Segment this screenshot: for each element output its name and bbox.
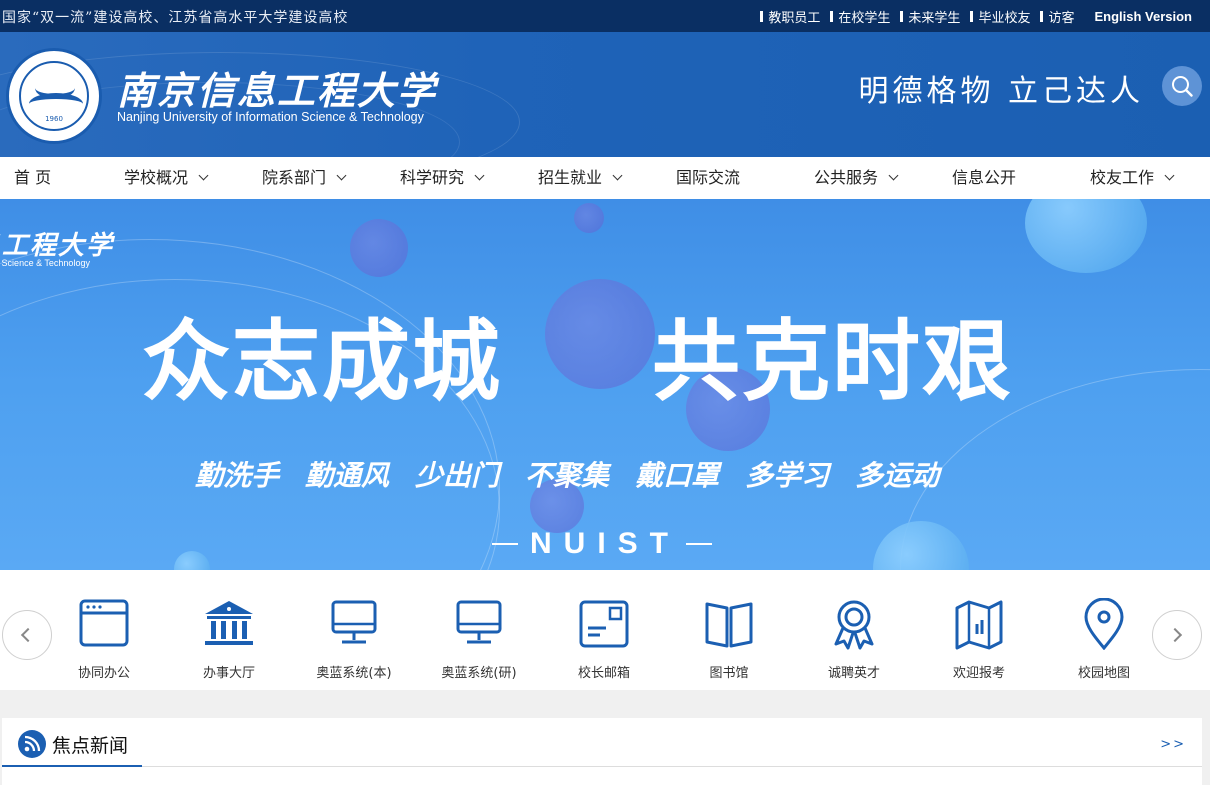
virus-decoration	[574, 203, 604, 233]
news-title: 焦点新闻	[52, 734, 129, 757]
book-icon	[705, 602, 753, 648]
chevron-down-icon	[1164, 170, 1175, 181]
banner-headline-right: 共克时艰	[652, 310, 1013, 413]
slogan-text: 国家“双一流”建设高校、江苏省高水平大学建设高校	[2, 10, 349, 26]
monitor-icon	[456, 600, 502, 644]
nav-alumni[interactable]: 校友工作	[1090, 157, 1175, 199]
quicklink-office[interactable]: 协同办公	[49, 598, 159, 681]
more-news-link[interactable]: >>	[1160, 737, 1186, 752]
banner-logo-cn: 南京信息工程大学	[0, 231, 115, 261]
banner-headline-left: 众志成城	[142, 310, 503, 413]
link-staff[interactable]: 教职员工	[760, 7, 820, 26]
quicklink-service-hall[interactable]: 办事大厅	[174, 598, 284, 681]
quick-links-bar: 协同办公 办事大厅 奥蓝系统(本) 奥蓝系统(研) 校长邮箱 图书馆 诚聘英才 …	[0, 570, 1210, 690]
virus-decoration	[350, 219, 408, 277]
main-nav: 首 页 学校概况 院系部门 科学研究 招生就业 国际交流 公共服务 信息公开 校…	[0, 157, 1210, 199]
rss-icon	[18, 730, 46, 758]
nav-admissions[interactable]: 招生就业	[538, 157, 623, 199]
search-icon	[1172, 76, 1193, 97]
audience-links: 教职员工 在校学生 未来学生 毕业校友 访客 English Version	[750, 7, 1192, 26]
location-pin-icon	[1084, 597, 1124, 651]
nav-international[interactable]: 国际交流	[676, 157, 740, 199]
english-version-link[interactable]: English Version	[1094, 9, 1192, 24]
focus-news-panel: 焦点新闻 >>	[2, 718, 1202, 785]
quicklink-president-mailbox[interactable]: 校长邮箱	[549, 598, 659, 681]
banner-tips: 勤洗手 勤通风 少出门 不聚集 戴口罩 多学习 多运动	[195, 459, 940, 492]
nav-home[interactable]: 首 页	[14, 157, 51, 199]
carousel-next-button[interactable]	[1152, 610, 1202, 660]
award-ribbon-icon	[834, 600, 874, 650]
chevron-down-icon	[888, 170, 899, 181]
quicklink-recruitment[interactable]: 诚聘英才	[799, 598, 909, 681]
university-name-en: Nanjing University of Information Scienc…	[117, 110, 424, 124]
building-icon	[205, 601, 253, 645]
map-fold-icon	[955, 600, 1003, 650]
university-seal-logo[interactable]: 1960	[6, 48, 102, 144]
nav-departments[interactable]: 院系部门	[262, 157, 347, 199]
quicklink-aolan-graduate[interactable]: 奥蓝系统(研)	[424, 598, 534, 681]
chevron-right-icon	[1167, 627, 1183, 643]
mailbox-icon	[579, 600, 629, 648]
carousel-prev-button[interactable]	[2, 610, 52, 660]
window-icon	[79, 599, 129, 647]
search-button[interactable]	[1162, 66, 1202, 106]
link-students[interactable]: 在校学生	[830, 7, 890, 26]
divider	[2, 766, 1202, 767]
banner-logo-en: Nanjing University of Information Scienc…	[0, 258, 90, 268]
active-tab-underline	[2, 765, 142, 767]
chevron-left-icon	[20, 627, 36, 643]
monitor-icon	[331, 600, 377, 644]
link-future-students[interactable]: 未来学生	[900, 7, 960, 26]
virus-decoration	[545, 279, 655, 389]
link-alumni[interactable]: 毕业校友	[970, 7, 1030, 26]
link-visitors[interactable]: 访客	[1040, 7, 1074, 26]
hero-banner[interactable]: 南京信息工程大学 Nanjing University of Informati…	[0, 199, 1210, 570]
quicklink-campus-map[interactable]: 校园地图	[1049, 597, 1159, 681]
news-header[interactable]: 焦点新闻	[18, 730, 128, 758]
nav-public-services[interactable]: 公共服务	[814, 157, 899, 199]
chevron-down-icon	[612, 170, 623, 181]
nav-information[interactable]: 信息公开	[952, 157, 1016, 199]
university-name-cn[interactable]: 南京信息工程大学	[117, 60, 437, 115]
quicklink-library[interactable]: 图书馆	[674, 598, 784, 681]
quicklink-admissions[interactable]: 欢迎报考	[924, 598, 1034, 681]
quicklink-aolan-undergrad[interactable]: 奥蓝系统(本)	[299, 598, 409, 681]
top-bar: 国家“双一流”建设高校、江苏省高水平大学建设高校 教职员工 在校学生 未来学生 …	[0, 0, 1210, 32]
nav-about[interactable]: 学校概况	[124, 157, 209, 199]
banner-tag: NUIST	[530, 527, 680, 560]
chevron-down-icon	[198, 170, 209, 181]
nav-research[interactable]: 科学研究	[400, 157, 485, 199]
chevron-down-icon	[336, 170, 347, 181]
university-motto: 明德格物 立己达人	[858, 74, 1144, 109]
decor-bubble	[1025, 199, 1147, 273]
chevron-down-icon	[474, 170, 485, 181]
site-header: 1960 南京信息工程大学 Nanjing University of Info…	[0, 32, 1210, 157]
